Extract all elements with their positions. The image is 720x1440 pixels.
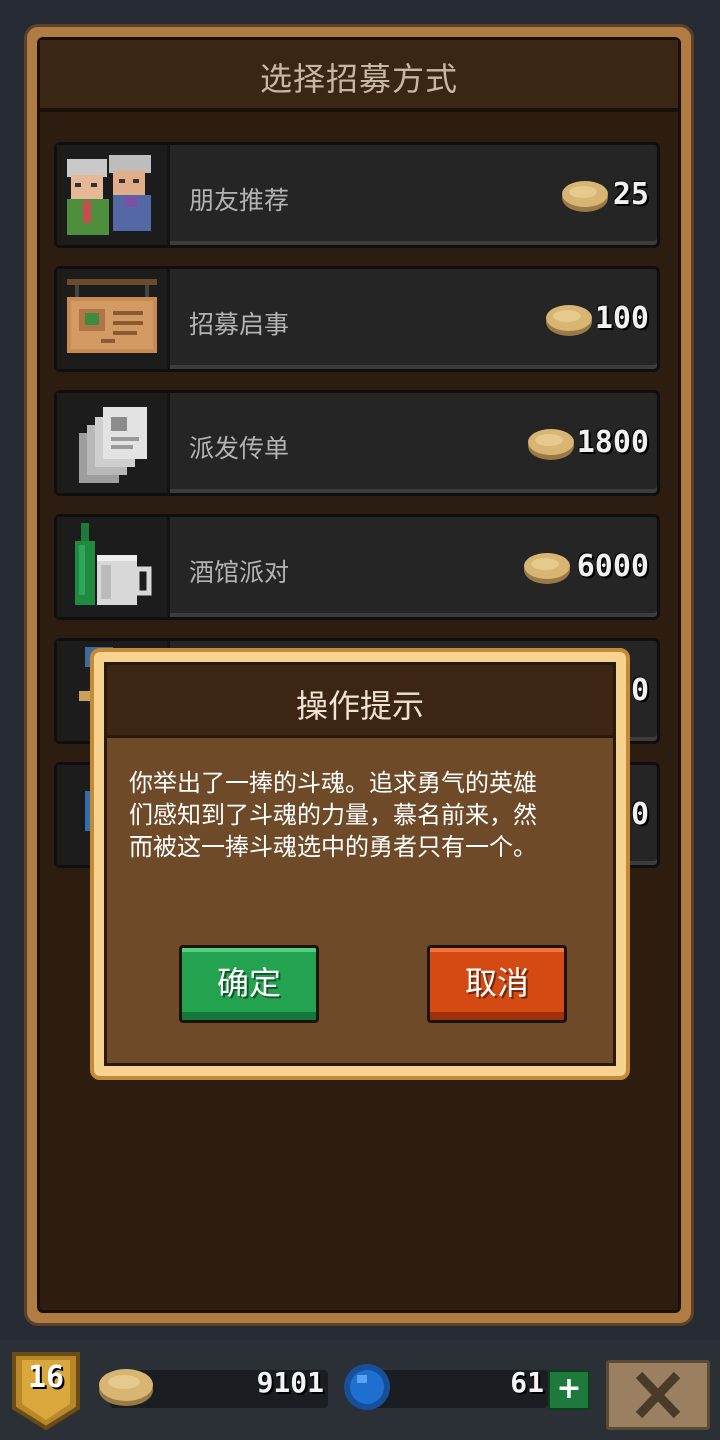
dialog-body: 操作提示 你举出了一捧的斗魂。追求勇气的英雄 们感知到了斗魂的力量，慕名前来，然… — [104, 662, 616, 1066]
option-tavern-party[interactable]: 酒馆派对 6000 — [54, 514, 660, 620]
notice-board-icon — [57, 269, 170, 369]
option-friend-referral[interactable]: 朋友推荐 25 — [54, 142, 660, 248]
dialog-message-line: 们感知到了斗魂的力量，慕名前来，然 — [129, 801, 537, 829]
tavern-party-icon — [57, 517, 170, 617]
dialog-message: 你举出了一捧的斗魂。追求勇气的英雄 们感知到了斗魂的力量，慕名前来，然 而被这一… — [129, 767, 591, 863]
option-recruitment-notice[interactable]: 招募启事 100 — [54, 266, 660, 372]
flyers-icon — [57, 393, 170, 493]
player-level: 16 — [27, 1360, 65, 1395]
cancel-button[interactable]: 取消 — [427, 945, 567, 1023]
option-label: 招募启事 — [189, 310, 290, 339]
gold-coin-icon — [562, 181, 608, 212]
gem-amount: 61 — [510, 1366, 544, 1399]
gold-coin-icon — [546, 305, 592, 336]
option-label: 朋友推荐 — [189, 186, 290, 215]
option-label: 派发传单 — [189, 434, 290, 463]
bottom-status-bar: 16 9101 61 + — [0, 1340, 720, 1440]
dialog-message-line: 你举出了一捧的斗魂。追求勇气的英雄 — [129, 769, 537, 797]
add-gems-button[interactable]: + — [548, 1370, 590, 1410]
dialog-title: 操作提示 — [295, 687, 424, 725]
option-distribute-flyers[interactable]: 派发传单 1800 — [54, 390, 660, 496]
option-price: 25 — [612, 177, 649, 212]
option-price: 0 — [630, 673, 649, 708]
gold-coin-icon — [99, 1369, 153, 1406]
option-price: 0 — [630, 797, 649, 832]
option-price: 1800 — [576, 425, 649, 460]
confirm-button[interactable]: 确定 — [179, 945, 319, 1023]
blue-gem-icon — [344, 1364, 390, 1410]
option-price: 6000 — [576, 549, 649, 584]
dialog-header: 操作提示 — [107, 665, 613, 738]
close-icon — [609, 1363, 707, 1427]
friends-icon — [57, 145, 170, 245]
gold-coin-icon — [528, 429, 574, 460]
panel-header: 选择招募方式 — [40, 40, 678, 112]
option-label: 酒馆派对 — [189, 558, 290, 587]
gold-amount: 9101 — [256, 1366, 324, 1399]
confirm-dialog: 操作提示 你举出了一捧的斗魂。追求勇气的英雄 们感知到了斗魂的力量，慕名前来，然… — [90, 648, 630, 1080]
dialog-message-line: 而被这一捧斗魂选中的勇者只有一个。 — [129, 833, 537, 861]
option-price: 100 — [594, 301, 649, 336]
close-button[interactable] — [606, 1360, 710, 1430]
panel-title: 选择招募方式 — [259, 60, 458, 98]
gold-coin-icon — [524, 553, 570, 584]
